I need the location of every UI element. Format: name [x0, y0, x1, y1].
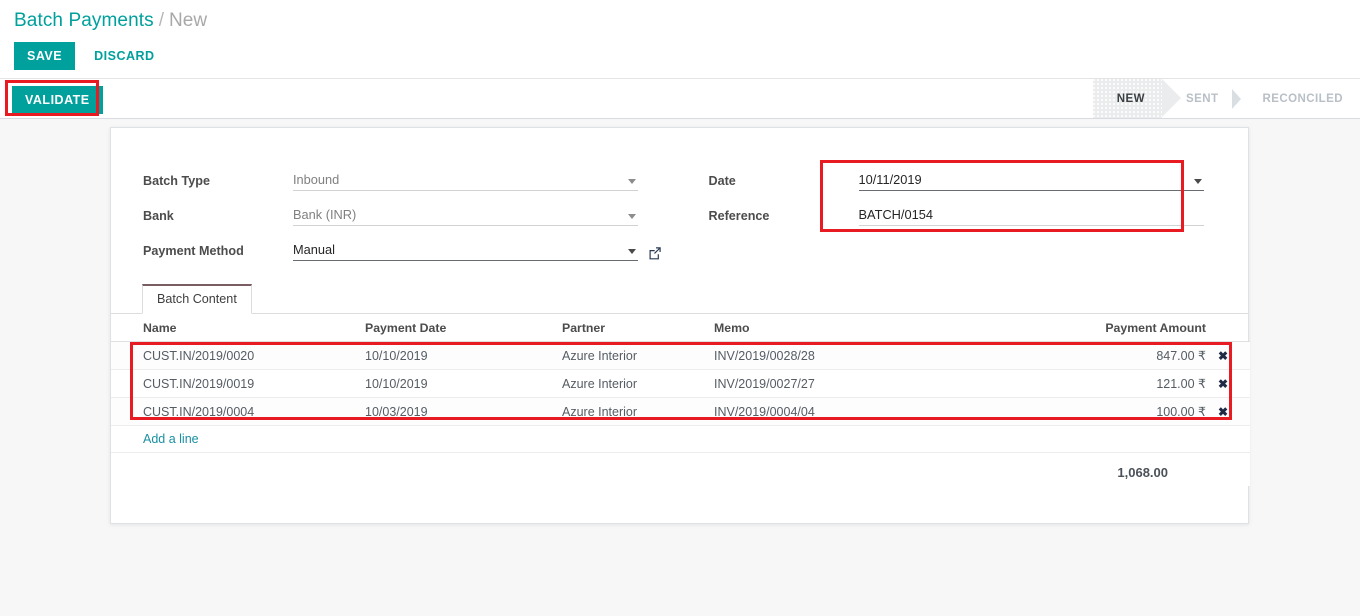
- field-payment-method-value: Manual: [293, 242, 335, 257]
- breadcrumb-root-link[interactable]: Batch Payments: [14, 10, 154, 31]
- chevron-down-icon[interactable]: [628, 249, 636, 254]
- field-date-input[interactable]: 10/11/2019: [858, 172, 1204, 191]
- cell-payment-date: 10/03/2019: [361, 397, 558, 426]
- cell-payment-amount: 847.00 ₹: [1038, 341, 1210, 370]
- form-sheet: Batch Type Inbound Bank Bank (INR) Payme…: [110, 127, 1250, 524]
- field-batch-type-label: Batch Type: [143, 174, 210, 188]
- table-row[interactable]: CUST.IN/2019/0019 10/10/2019 Azure Inter…: [111, 369, 1250, 398]
- field-date: Date 10/11/2019: [709, 168, 1249, 191]
- control-panel: VALIDATE NEW SENT RECONCILED: [0, 78, 1360, 119]
- cell-payment-date: 10/10/2019: [361, 369, 558, 398]
- discard-button[interactable]: DISCARD: [83, 42, 165, 70]
- field-bank: Bank Bank (INR): [143, 203, 680, 226]
- cell-name: CUST.IN/2019/0020: [111, 341, 361, 370]
- table-body: CUST.IN/2019/0020 10/10/2019 Azure Inter…: [111, 341, 1250, 486]
- odoo-batch-payment-form: Batch Payments / New SAVE DISCARD VALIDATE…: [0, 0, 1360, 616]
- record-actions: SAVE DISCARD: [14, 42, 166, 70]
- column-header-actions: [1210, 314, 1250, 342]
- column-header-name[interactable]: Name: [111, 314, 361, 342]
- chevron-down-icon[interactable]: [1193, 179, 1202, 184]
- field-bank-label: Bank: [143, 209, 174, 223]
- field-bank-value: Bank (INR): [293, 207, 357, 222]
- cell-payment-amount: 100.00 ₹: [1038, 397, 1210, 426]
- total-amount: 1,068.00: [1038, 452, 1210, 486]
- cell-name: CUST.IN/2019/0019: [111, 369, 361, 398]
- field-reference-value: BATCH/0154: [858, 207, 933, 222]
- status-stage-reconciled[interactable]: RECONCILED: [1238, 79, 1360, 118]
- table-row[interactable]: CUST.IN/2019/0020 10/10/2019 Azure Inter…: [111, 341, 1250, 370]
- cell-partner: Azure Interior: [558, 341, 710, 370]
- field-date-value: 10/11/2019: [858, 172, 922, 187]
- add-line-row: Add a line: [111, 425, 1250, 453]
- field-reference: Reference BATCH/0154: [709, 203, 1249, 226]
- cell-memo: INV/2019/0027/27: [710, 369, 1038, 398]
- notebook-tabs: Batch Content: [111, 284, 1248, 314]
- total-row: 1,068.00: [111, 452, 1250, 486]
- save-button[interactable]: SAVE: [14, 42, 76, 70]
- field-reference-label: Reference: [708, 209, 770, 223]
- field-batch-type-value: Inbound: [293, 172, 340, 187]
- status-stage-sent-label: SENT: [1185, 92, 1219, 105]
- tab-batch-content[interactable]: Batch Content: [142, 284, 252, 314]
- cell-partner: Azure Interior: [558, 397, 710, 426]
- column-header-memo[interactable]: Memo: [710, 314, 1038, 342]
- delete-row-icon[interactable]: ✖: [1218, 405, 1228, 419]
- status-bar: NEW SENT RECONCILED: [1092, 79, 1360, 118]
- external-link-icon[interactable]: [648, 246, 662, 260]
- cell-name: CUST.IN/2019/0004: [111, 397, 361, 426]
- column-header-payment-date[interactable]: Payment Date: [361, 314, 558, 342]
- cell-memo: INV/2019/0028/28: [710, 341, 1038, 370]
- column-header-payment-amount[interactable]: Payment Amount: [1038, 314, 1210, 342]
- breadcrumb-current: New: [169, 10, 208, 31]
- status-stage-sent[interactable]: SENT: [1162, 79, 1235, 118]
- field-batch-type-input[interactable]: Inbound: [293, 172, 638, 191]
- status-stage-new[interactable]: NEW: [1092, 79, 1182, 118]
- add-a-line-link[interactable]: Add a line: [143, 432, 199, 446]
- chevron-down-icon[interactable]: [628, 179, 636, 184]
- form-fields: Batch Type Inbound Bank Bank (INR) Payme…: [111, 168, 1248, 273]
- delete-row-icon[interactable]: ✖: [1218, 349, 1228, 363]
- cell-partner: Azure Interior: [558, 369, 710, 398]
- notebook: Batch Content Name Payment Date Partner …: [111, 284, 1250, 486]
- breadcrumb-separator: /: [158, 10, 165, 31]
- delete-row-icon[interactable]: ✖: [1218, 377, 1228, 391]
- breadcrumb: Batch Payments / New: [0, 0, 1360, 40]
- validate-button[interactable]: VALIDATE: [12, 86, 103, 114]
- field-reference-input[interactable]: BATCH/0154: [858, 207, 1204, 226]
- cell-memo: INV/2019/0004/04: [710, 397, 1038, 426]
- table-row[interactable]: CUST.IN/2019/0004 10/03/2019 Azure Inter…: [111, 397, 1250, 426]
- batch-content-table: Name Payment Date Partner Memo Payment A…: [111, 314, 1250, 486]
- column-header-partner[interactable]: Partner: [558, 314, 710, 342]
- form-column-left: Batch Type Inbound Bank Bank (INR) Payme…: [111, 168, 680, 273]
- field-batch-type: Batch Type Inbound: [143, 168, 680, 191]
- cell-payment-amount: 121.00 ₹: [1038, 369, 1210, 398]
- field-payment-method: Payment Method Manual: [143, 238, 680, 261]
- status-stage-new-label: NEW: [1116, 92, 1145, 105]
- table-header: Name Payment Date Partner Memo Payment A…: [111, 314, 1250, 342]
- field-date-label: Date: [708, 174, 736, 188]
- form-column-right: Date 10/11/2019 Reference BATCH/0154: [680, 168, 1249, 273]
- status-stage-reconciled-label: RECONCILED: [1262, 92, 1343, 105]
- field-payment-method-input[interactable]: Manual: [293, 242, 638, 261]
- field-payment-method-label: Payment Method: [143, 244, 244, 258]
- chevron-down-icon[interactable]: [628, 214, 636, 219]
- table-header-row: Name Payment Date Partner Memo Payment A…: [111, 314, 1250, 342]
- field-bank-input[interactable]: Bank (INR): [293, 207, 638, 226]
- cell-payment-date: 10/10/2019: [361, 341, 558, 370]
